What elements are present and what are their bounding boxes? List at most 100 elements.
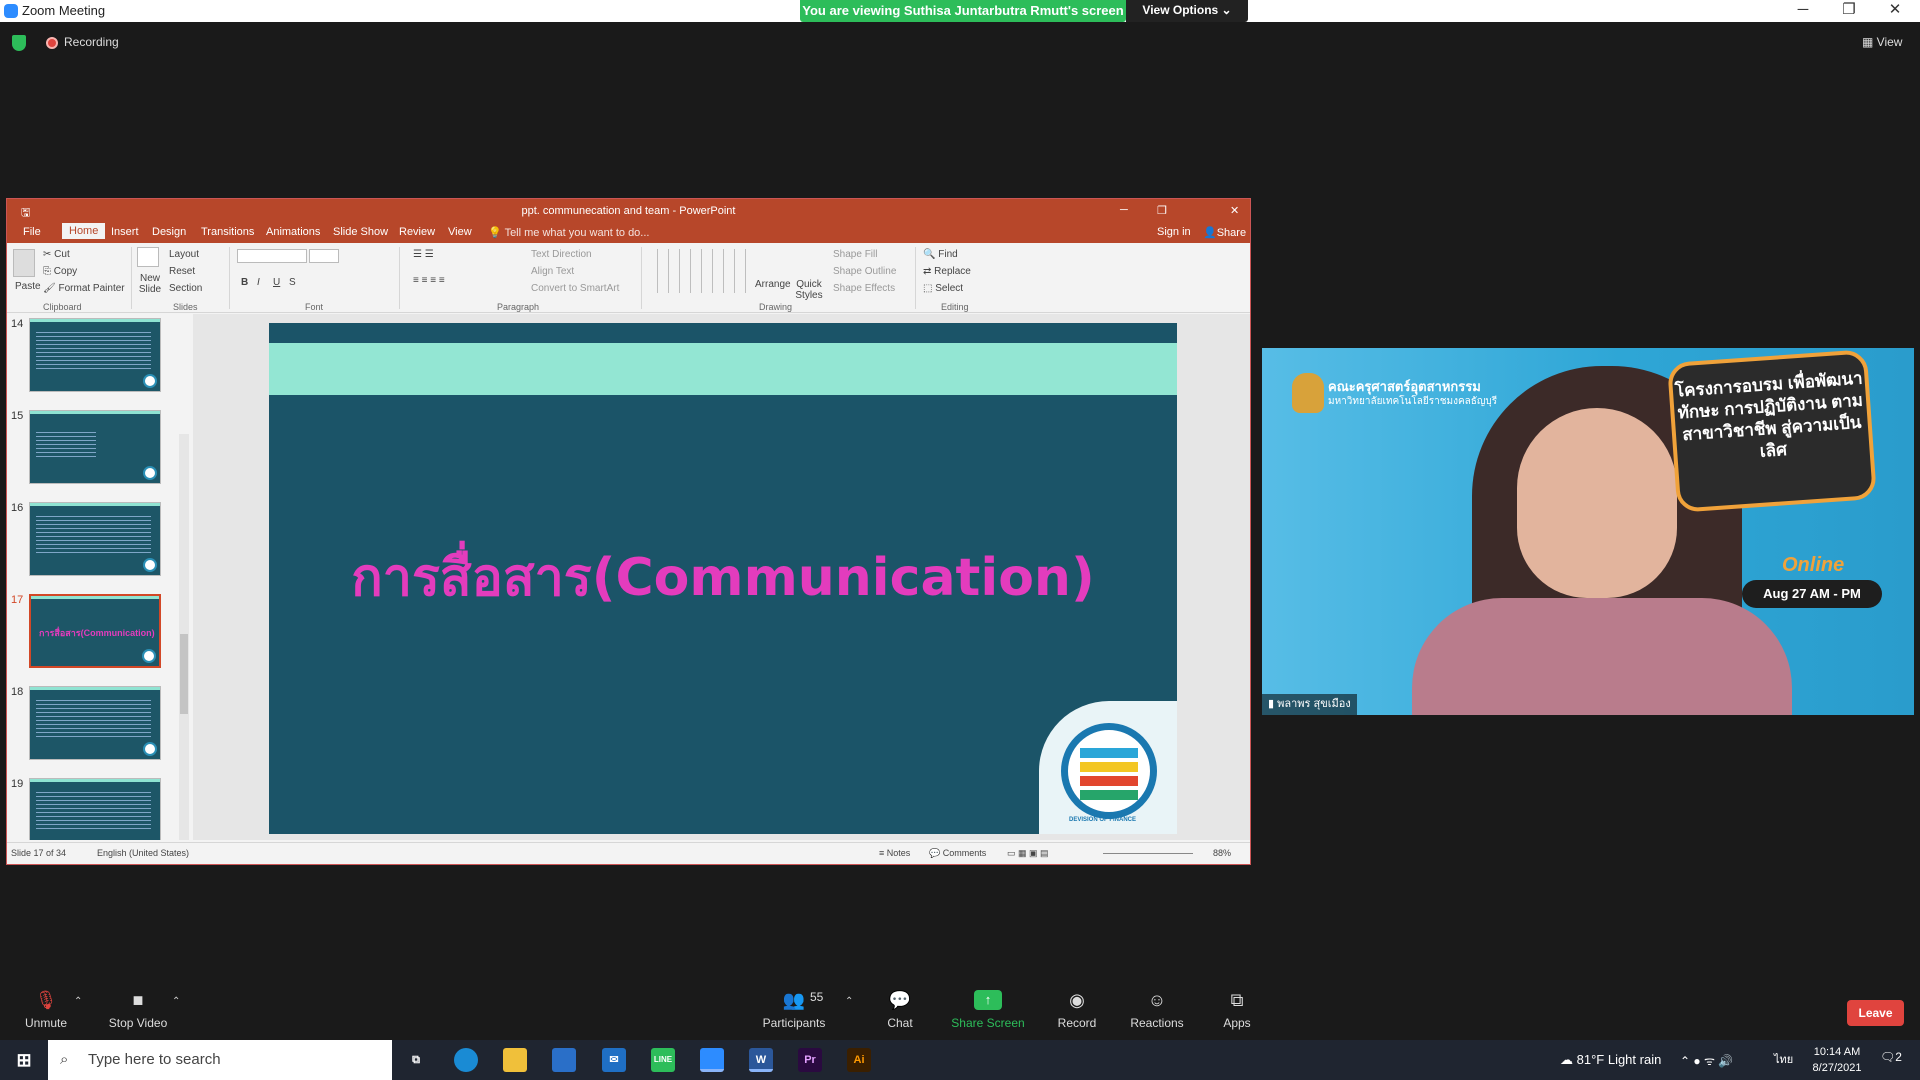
replace-button[interactable]: ⇄ Replace [923,266,971,277]
section-button[interactable]: Section [169,283,202,294]
zoom-slider[interactable] [1103,853,1193,854]
shapes-gallery[interactable] [647,249,749,293]
tab-review[interactable]: Review [399,226,435,238]
new-slide-button[interactable]: New Slide [135,273,165,295]
arrange-button[interactable]: Arrange [755,279,791,290]
select-button[interactable]: ⬚ Select [923,283,963,294]
slide-title[interactable]: การสื่อสาร(Communication) [269,535,1177,618]
lightbulb-icon: 💡 [488,227,502,239]
slide-thumbnail-15[interactable] [29,410,161,484]
tab-insert[interactable]: Insert [111,226,139,238]
tab-animations[interactable]: Animations [266,226,320,238]
shape-effects-button[interactable]: Shape Effects [833,283,895,294]
convert-smartart-button[interactable]: Convert to SmartArt [531,283,619,294]
font-size-input[interactable] [309,249,339,263]
tab-file[interactable]: File [23,226,41,238]
find-button[interactable]: 🔍 Find [923,249,958,260]
word-icon[interactable]: W [749,1048,773,1072]
notes-button[interactable]: ≡ Notes [879,848,910,858]
line-app-icon[interactable]: LINE [651,1048,675,1072]
ppt-minimize-icon[interactable]: ─ [1120,204,1128,216]
input-language[interactable]: ไทย [1774,1050,1793,1068]
align-text-button[interactable]: Align Text [531,266,574,277]
slide-thumbnail-18[interactable] [29,686,161,760]
slide-editing-area[interactable]: การสื่อสาร(Communication) DEVISION OF FI… [193,314,1250,840]
cut-button[interactable]: ✂ Cut [43,249,70,260]
copy-button[interactable]: ⎘ Copy [43,266,77,277]
bullets-icon[interactable]: ☰ ☰ [413,249,434,260]
quick-styles-button[interactable]: Quick Styles [793,279,825,301]
underline-icon[interactable]: U [273,277,280,288]
thumbnail-scrollbar[interactable] [179,434,189,840]
slide-thumbnail-17-selected[interactable]: การสื่อสาร(Communication) [29,594,161,668]
normal-view-icon[interactable]: ▭ ▦ ▣ ▤ [1007,848,1049,859]
comments-button[interactable]: 💬 Comments [929,848,986,859]
tab-view[interactable]: View [448,226,472,238]
close-icon[interactable]: ✕ [1872,0,1918,22]
tab-home[interactable]: Home [62,223,106,239]
view-button[interactable]: ▦ View [1862,35,1902,49]
notification-center-icon[interactable]: 🗨2 [1880,1050,1902,1064]
scroll-thumb[interactable] [180,634,188,714]
audio-options-chevron-icon[interactable]: ⌃ [74,996,82,1007]
shape-fill-button[interactable]: Shape Fill [833,249,877,260]
current-slide[interactable]: การสื่อสาร(Communication) DEVISION OF FI… [269,323,1177,834]
premiere-pro-icon[interactable]: Pr [798,1048,822,1072]
taskbar-clock[interactable]: 10:14 AM 8/27/2021 [1802,1044,1872,1076]
paste-button[interactable]: Paste [15,281,41,292]
participant-body [1412,598,1792,715]
text-direction-button[interactable]: Text Direction [531,249,592,260]
tab-design[interactable]: Design [152,226,186,238]
ppt-restore-icon[interactable]: ❐ [1157,204,1167,217]
taskbar-search-input[interactable]: ⌕ Type here to search [48,1040,392,1080]
slide-thumbnail-pane[interactable]: 14 15 16 17 การสื่อสาร(Communication) 18… [7,314,191,840]
sign-in-link[interactable]: Sign in [1157,226,1191,238]
windows-start-icon[interactable]: ⊞ [12,1048,36,1072]
slide-thumbnail-14[interactable] [29,318,161,392]
tell-me-search[interactable]: 💡 Tell me what you want to do... [488,226,649,239]
video-options-chevron-icon[interactable]: ⌃ [172,996,180,1007]
share-button[interactable]: 👤Share [1203,226,1246,239]
view-options-button[interactable]: View Options ⌄ [1126,0,1248,22]
bold-icon[interactable]: B [241,277,248,288]
security-shield-icon[interactable] [12,35,26,51]
restore-icon[interactable]: ❐ [1826,0,1872,22]
slide-thumbnail-16[interactable] [29,502,161,576]
file-explorer-icon[interactable] [503,1048,527,1072]
new-slide-icon[interactable] [137,247,159,267]
microsoft-store-icon[interactable] [552,1048,576,1072]
participants-chevron-icon[interactable]: ⌃ [845,996,853,1007]
italic-icon[interactable]: I [257,277,260,288]
weather-widget[interactable]: ☁ 81°F Light rain [1560,1052,1661,1068]
shadow-icon[interactable]: S [289,277,296,288]
divider [399,247,400,309]
tab-transitions[interactable]: Transitions [201,226,254,238]
layout-button[interactable]: Layout [169,249,199,260]
mail-icon[interactable]: ✉ [602,1048,626,1072]
video-camera-icon: ■ [132,990,144,1010]
format-painter-button[interactable]: 🖌 Format Painter [43,283,125,294]
minimize-icon[interactable]: ─ [1780,0,1826,22]
font-name-input[interactable] [237,249,307,263]
leave-button[interactable]: Leave [1847,1000,1904,1026]
cloud-rain-icon: ☁ [1560,1052,1577,1067]
tab-slide-show[interactable]: Slide Show [333,226,388,238]
edge-browser-icon[interactable] [454,1048,478,1072]
language-indicator[interactable]: English (United States) [97,848,189,858]
save-icon[interactable]: 🖫 [21,204,30,223]
divider [229,247,230,309]
participant-face [1517,408,1677,598]
task-view-icon[interactable]: ⧉ [404,1048,428,1072]
shape-outline-button[interactable]: Shape Outline [833,266,896,277]
paste-icon[interactable] [13,249,35,277]
zoom-app-icon[interactable] [700,1048,724,1072]
record-label: Record [1057,1016,1097,1030]
zoom-level[interactable]: 88% [1213,848,1231,858]
reset-button[interactable]: Reset [169,266,195,277]
system-tray-icons[interactable]: ⌃ ● ᯤ 🔊 [1680,1052,1733,1069]
illustrator-icon[interactable]: Ai [847,1048,871,1072]
slide-thumbnail-19[interactable] [29,778,161,840]
ppt-close-icon[interactable]: ✕ [1230,204,1239,217]
participant-video[interactable]: คณะครุศาสตร์อุตสาหกรรม มหาวิทยาลัยเทคโนโ… [1262,348,1914,715]
align-icon[interactable]: ≡ ≡ ≡ ≡ [413,275,445,286]
